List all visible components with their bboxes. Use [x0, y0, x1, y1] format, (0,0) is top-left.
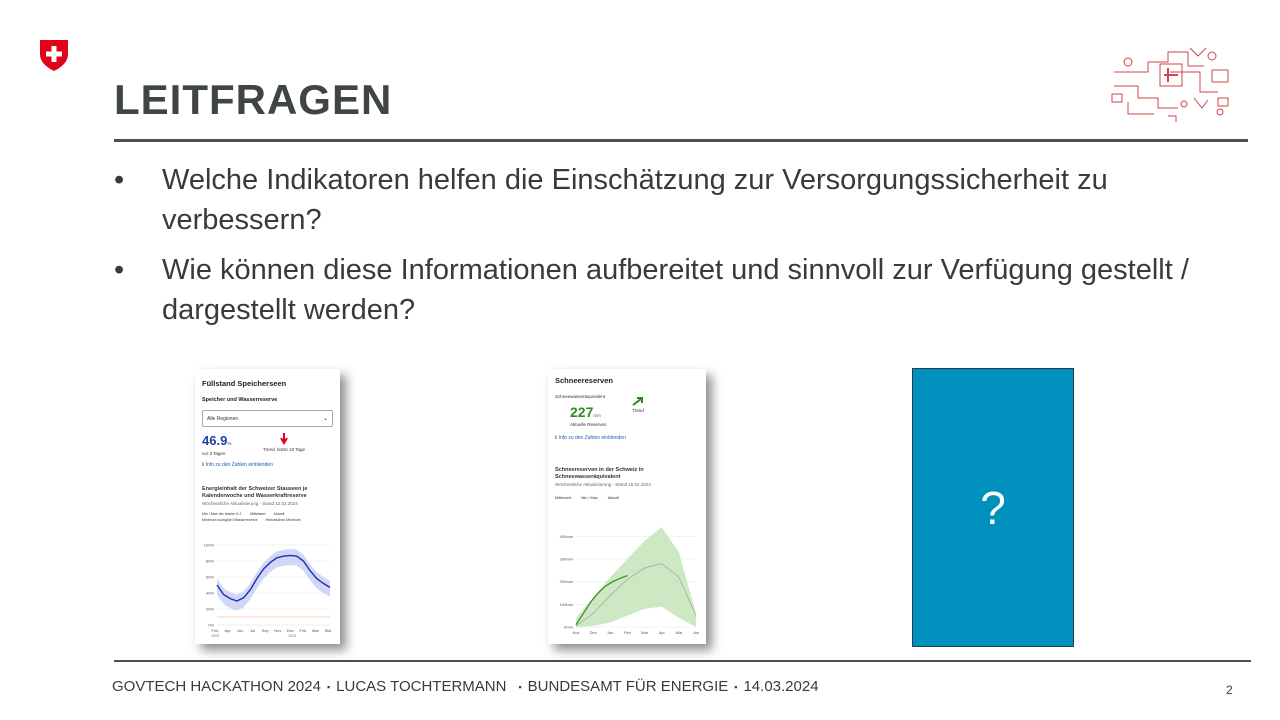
legend-item: Min / Max [581, 496, 598, 500]
x-tick-label: Mai [676, 630, 683, 635]
region-dropdown[interactable]: Alle Regionen ⌄ [202, 410, 333, 427]
snow-reserves-screenshot: Schneereserven Schneewasseräquivalent 22… [548, 369, 706, 644]
trend-down-arrow-icon [280, 433, 288, 445]
storage-value-caption: vor 3 Tagen [202, 451, 226, 456]
page-number: 2 [1226, 683, 1233, 697]
question-text: Welche Indikatoren helfen die Einschätzu… [162, 164, 1108, 236]
question-list: • Welche Indikatoren helfen die Einschät… [114, 160, 1234, 340]
x-tick-label: Apr [224, 628, 231, 633]
footer-author: LUCAS TOCHTERMANN [336, 678, 507, 695]
x-tick-label: Dez [287, 628, 294, 633]
storage-chart-title: Energieinhalt der Schweizer Stauseen je … [202, 486, 308, 499]
question-item: • Wie können diese Informationen aufbere… [114, 250, 1234, 330]
y-tick-label: 200mm [560, 579, 574, 584]
snow-chart-subtitle: Wöchentliche Aktualisierung - Stand 15.0… [555, 482, 651, 487]
snow-trend-caption: Trend [632, 408, 644, 413]
x-tick-label: Mai [325, 628, 332, 633]
x-tick-label: Feb [212, 628, 220, 633]
question-item: • Welche Indikatoren helfen die Einschät… [114, 160, 1234, 240]
y-tick-label: 80% [206, 559, 214, 564]
x-year-label: 2024 [288, 634, 296, 638]
storage-chart-legend: Min / Max der letzten 5 J. Mittelwert Ak… [202, 512, 334, 522]
storage-chart-subtitle: Wöchentliche Aktualisierung - Stand 12.0… [202, 501, 298, 506]
storage-title: Füllstand Speicherseen [202, 379, 287, 388]
footer-event: GOVTECH HACKATHON 2024 [112, 678, 321, 695]
y-tick-label: 20% [206, 607, 214, 612]
snow-value: 227 [570, 404, 594, 420]
bullet-symbol: • [114, 254, 125, 286]
x-tick-label: Mar [641, 630, 649, 635]
trend-up-arrow-icon [632, 397, 643, 406]
x-tick-label: Apr [659, 630, 666, 635]
x-tick-label: Mar [312, 628, 320, 633]
legend-item: Min / Max der letzten 5 J. [202, 512, 243, 516]
x-tick-label: Jul [250, 628, 255, 633]
x-year-label: 2023 [211, 634, 219, 638]
region-dropdown-value: Alle Regionen [207, 415, 239, 422]
x-tick-label: Nov [572, 630, 579, 635]
legend-item: Minimum zuzüglich Wasserreserve [202, 518, 258, 522]
title-divider [114, 139, 1248, 142]
min-max-band [217, 549, 330, 611]
min-max-band [576, 527, 696, 627]
x-tick-label: Jan [607, 630, 613, 635]
y-tick-label: 100% [204, 543, 215, 548]
x-tick-label: Jun [693, 630, 699, 635]
storage-chart: 100%80%60%40%20%0%Feb Apr Jun Jul Sep Nov Dez F… [204, 543, 332, 639]
x-tick-label: Dez [590, 630, 597, 635]
y-tick-label: 60% [206, 575, 214, 580]
x-tick-label: Feb [624, 630, 632, 635]
y-tick-label: 400mm [560, 534, 574, 539]
swiss-line-art-logo-icon [1111, 47, 1229, 122]
storage-subtitle: Speicher und Wasserreserve [202, 397, 278, 403]
footer-divider [114, 660, 1251, 662]
info-icon: ℹ [202, 462, 204, 468]
legend-item: Mittelwert [250, 512, 266, 516]
swiss-coat-of-arms-icon [40, 40, 68, 71]
snow-chart: 400mm 300mm 200mm 100mm 0mmNov Dez Jan Feb Mar Ap… [560, 527, 699, 635]
footer-organisation: BUNDESAMT FÜR ENERGIE [527, 678, 729, 695]
y-tick-label: 100mm [560, 602, 574, 607]
x-tick-label: Feb [299, 628, 307, 633]
snow-chart-title: Schneereserven in der Schweiz in Schneew… [555, 467, 644, 480]
page-title: LEITFRAGEN [114, 76, 393, 123]
x-tick-label: Nov [274, 628, 281, 633]
info-icon: ℹ [555, 435, 557, 441]
snow-chart-legend: Mittelwert Min / Max Aktuell [555, 496, 700, 500]
chevron-down-icon: ⌄ [322, 416, 328, 422]
y-tick-label: 40% [206, 591, 214, 596]
storage-trend-caption: Trend, letzte 10 Tage [262, 447, 306, 452]
legend-item: Aktuell [273, 512, 285, 516]
storage-value: 46.9 [202, 433, 228, 448]
storage-unit: % [227, 441, 232, 446]
footer-date: 14.03.2024 [743, 678, 819, 695]
x-tick-label: Jun [237, 628, 243, 633]
storage-info-link[interactable]: ℹ Info zu den Zahlen einblenden [202, 462, 340, 468]
x-tick-label: Sep [262, 628, 270, 633]
y-tick-label: 0% [208, 623, 214, 628]
bullet-symbol: • [114, 164, 125, 196]
footer-separator: ▪ [326, 682, 331, 693]
snow-unit: mm [593, 413, 601, 418]
legend-item: Historisches Minimum [265, 518, 301, 522]
snow-title: Schneereserven [555, 376, 613, 385]
snow-info-link[interactable]: ℹ Info zu den Zahlen einblenden [555, 435, 706, 441]
question-text: Wie können diese Informationen aufbereit… [162, 254, 1189, 326]
legend-item: Mittelwert [555, 496, 572, 500]
unknown-solution-placeholder: ? [912, 368, 1074, 647]
snow-value-caption: Aktuelle Reserven [570, 422, 607, 427]
footer-separator: ▪ [734, 682, 738, 693]
y-tick-label: 0mm [564, 625, 574, 630]
footer: GOVTECH HACKATHON 2024 ▪ LUCAS TOCHTERMANN… [112, 678, 819, 695]
y-tick-label: 300mm [560, 557, 574, 562]
storage-lakes-screenshot: Füllstand Speicherseen Speicher und Wass… [195, 369, 340, 644]
footer-separator: ▪ [518, 682, 522, 693]
legend-item: Aktuell [607, 496, 620, 500]
